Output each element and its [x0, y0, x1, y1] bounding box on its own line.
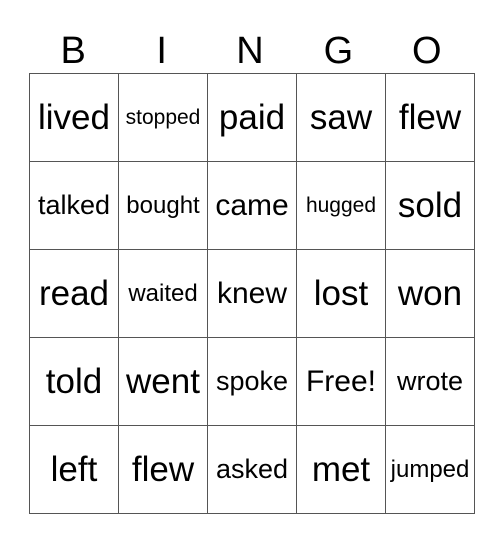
bingo-cell: talked: [29, 161, 119, 250]
bingo-cell: won: [385, 249, 475, 338]
bingo-cell: lived: [29, 73, 119, 162]
bingo-cell: went: [118, 337, 208, 426]
bingo-cell: sold: [385, 161, 475, 250]
header-letter-b: B: [60, 30, 86, 72]
bingo-cell: hugged: [296, 161, 386, 250]
bingo-header: B I N G O: [29, 30, 471, 73]
bingo-cell: met: [296, 425, 386, 514]
header-letter-g: G: [323, 30, 354, 72]
grid-row: lived stopped paid saw flew: [29, 73, 475, 162]
free-space-cell: Free!: [296, 337, 386, 426]
bingo-cell: stopped: [118, 73, 208, 162]
bingo-cell: read: [29, 249, 119, 338]
grid-row: told went spoke Free! wrote: [29, 337, 475, 426]
bingo-cell: jumped: [385, 425, 475, 514]
bingo-cell: knew: [207, 249, 297, 338]
header-letter-n: N: [236, 30, 264, 72]
bingo-cell: flew: [118, 425, 208, 514]
bingo-cell: saw: [296, 73, 386, 162]
grid-row: left flew asked met jumped: [29, 425, 475, 514]
bingo-cell: wrote: [385, 337, 475, 426]
bingo-cell: came: [207, 161, 297, 250]
bingo-cell: lost: [296, 249, 386, 338]
header-letter-i: I: [156, 30, 167, 72]
bingo-cell: paid: [207, 73, 297, 162]
header-letter-o: O: [412, 30, 442, 72]
bingo-grid: lived stopped paid saw flew talked bough…: [29, 73, 475, 514]
bingo-cell: waited: [118, 249, 208, 338]
bingo-cell: told: [29, 337, 119, 426]
grid-row: read waited knew lost won: [29, 249, 475, 338]
bingo-cell: bought: [118, 161, 208, 250]
bingo-cell: left: [29, 425, 119, 514]
bingo-cell: flew: [385, 73, 475, 162]
grid-row: talked bought came hugged sold: [29, 161, 475, 250]
bingo-cell: spoke: [207, 337, 297, 426]
bingo-cell: asked: [207, 425, 297, 514]
